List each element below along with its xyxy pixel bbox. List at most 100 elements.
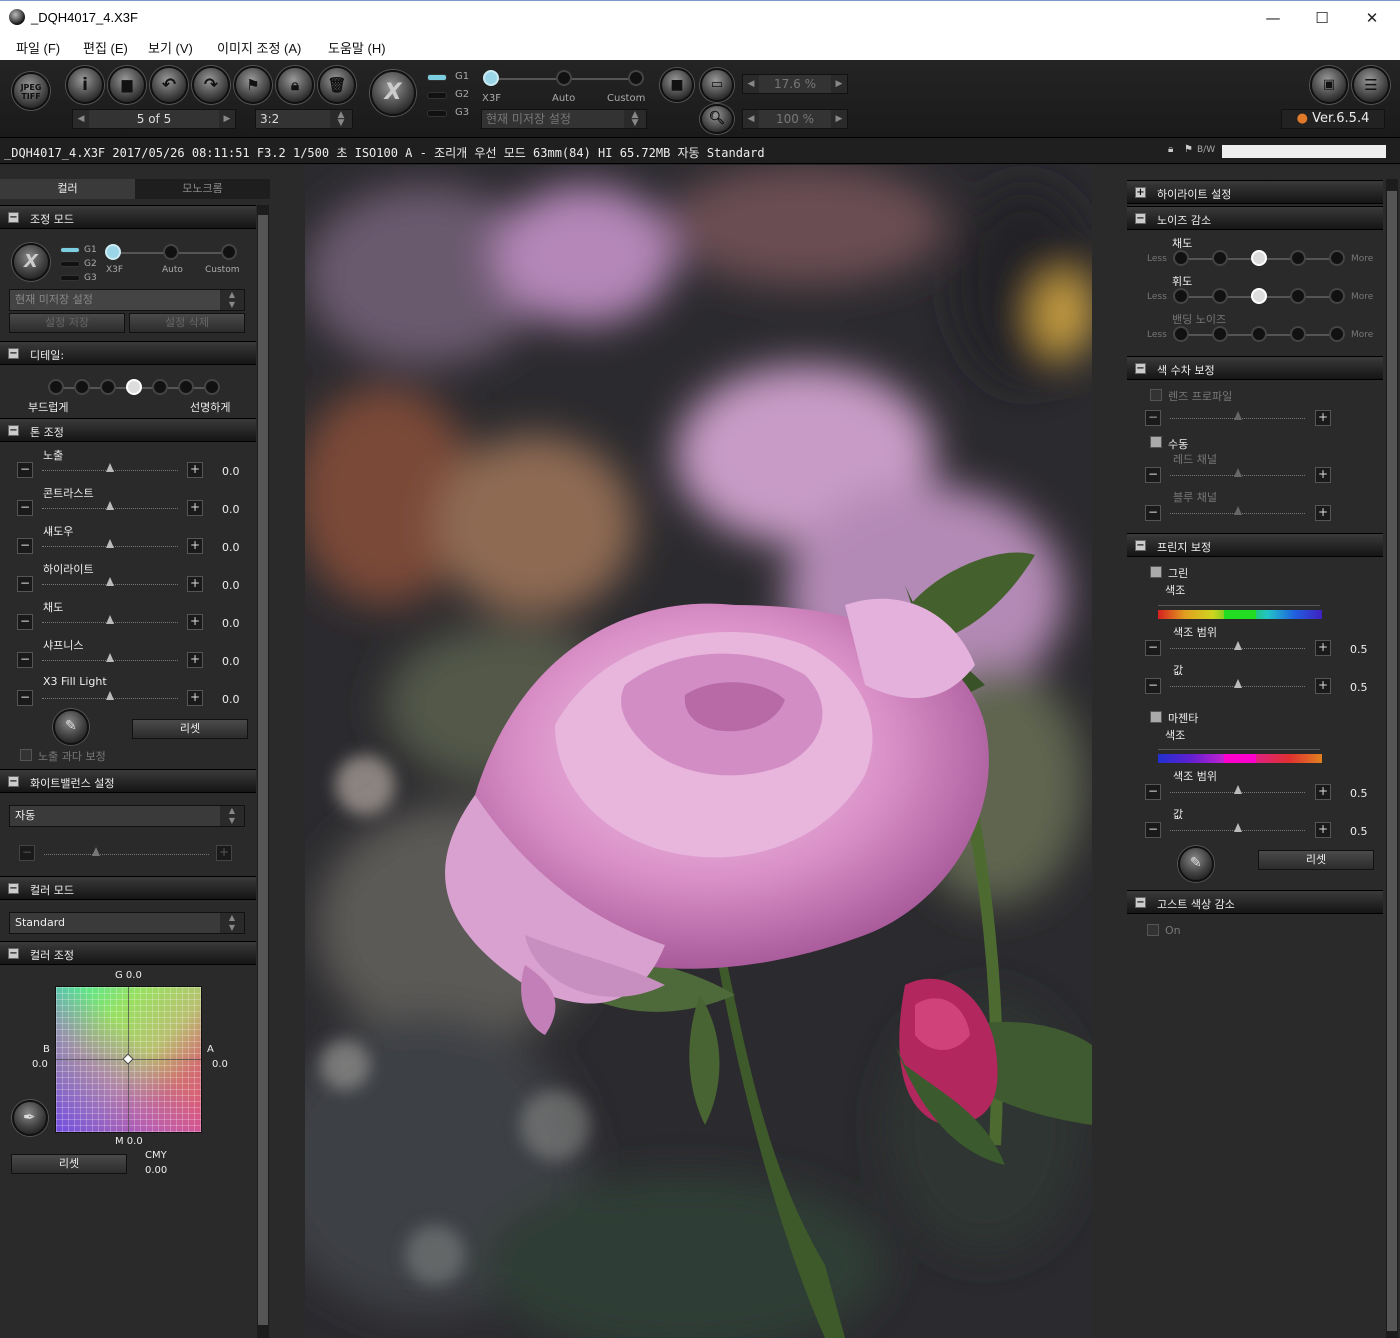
- tone-plus-button[interactable]: +: [187, 652, 203, 668]
- menu-help[interactable]: 도움말 (H): [328, 38, 386, 57]
- flag-icon[interactable]: ⚑: [234, 66, 272, 104]
- noise-level-node[interactable]: [1329, 250, 1345, 266]
- g1-indicator[interactable]: [60, 247, 80, 253]
- tab-color[interactable]: 컬러: [0, 179, 135, 199]
- noise-level-node[interactable]: [1290, 250, 1306, 266]
- green-hue-band[interactable]: [1158, 610, 1322, 619]
- tone-minus-button[interactable]: −: [17, 538, 33, 554]
- tab-monochrome[interactable]: 모노크롬: [135, 179, 270, 199]
- manual-checkbox[interactable]: [1150, 436, 1162, 448]
- info-icon[interactable]: i: [66, 66, 104, 104]
- zoom-fit-display[interactable]: ◀ 17.6 % ▶: [742, 74, 848, 94]
- noise-level-node[interactable]: [1251, 250, 1267, 266]
- red-minus-button[interactable]: −: [1145, 467, 1161, 483]
- trash-icon[interactable]: 🗑︎: [318, 66, 356, 104]
- noise-level-node[interactable]: [1212, 326, 1228, 342]
- zoom-in-icon[interactable]: ▶: [831, 110, 847, 128]
- x3f-mode-icon[interactable]: X: [12, 243, 50, 281]
- red-plus-button[interactable]: +: [1315, 467, 1331, 483]
- tone-slider[interactable]: [42, 653, 178, 662]
- slider-thumb[interactable]: [106, 615, 114, 624]
- section-chromatic-aberration[interactable]: − 색 수차 보정: [1127, 356, 1383, 380]
- lock-icon[interactable]: 🔒︎: [276, 66, 314, 104]
- slider-thumb[interactable]: [106, 501, 114, 510]
- noise-level-node[interactable]: [1329, 326, 1345, 342]
- noise-level-node[interactable]: [1173, 288, 1189, 304]
- rotate-left-icon[interactable]: ↶: [150, 66, 188, 104]
- magenta-checkbox[interactable]: [1150, 711, 1162, 723]
- detail-level-node[interactable]: [152, 379, 168, 395]
- wb-plus-button[interactable]: +: [216, 845, 232, 861]
- slider-thumb[interactable]: [106, 463, 114, 472]
- noise-level-node[interactable]: [1173, 250, 1189, 266]
- g3-indicator[interactable]: [60, 275, 80, 281]
- eyedropper-button[interactable]: ✒: [12, 1100, 48, 1136]
- maximize-icon[interactable]: ☐: [1311, 7, 1333, 29]
- noise-level-node[interactable]: [1290, 288, 1306, 304]
- mode-node-auto[interactable]: [163, 244, 179, 260]
- auto-adjust-icon[interactable]: ✎: [53, 709, 89, 745]
- tone-plus-button[interactable]: +: [187, 576, 203, 592]
- preset-select[interactable]: 현재 미저장 설정 ▲ ▼: [481, 109, 647, 129]
- blue-channel-slider[interactable]: [1170, 506, 1305, 515]
- collapse-icon[interactable]: −: [8, 212, 19, 223]
- tone-slider[interactable]: [42, 501, 178, 510]
- collapse-icon[interactable]: −: [1135, 897, 1146, 908]
- next-image-icon[interactable]: ▶: [219, 110, 235, 128]
- save-settings-button[interactable]: 설정 저장: [9, 313, 125, 333]
- ca-plus-button[interactable]: +: [1315, 410, 1331, 426]
- delete-settings-button[interactable]: 설정 삭제: [129, 313, 245, 333]
- left-scrollbar[interactable]: [257, 205, 269, 1338]
- magenta-amount-plus[interactable]: +: [1315, 822, 1331, 838]
- lens-profile-checkbox[interactable]: [1150, 389, 1162, 401]
- collapse-icon[interactable]: −: [1135, 540, 1146, 551]
- tone-slider[interactable]: [42, 577, 178, 586]
- collapse-icon[interactable]: −: [8, 348, 19, 359]
- mode-node-x3f[interactable]: [105, 244, 121, 260]
- magenta-range-plus[interactable]: +: [1315, 784, 1331, 800]
- left-scrollbar-thumb[interactable]: [258, 215, 268, 1325]
- noise-level-node[interactable]: [1212, 288, 1228, 304]
- wb-minus-button[interactable]: −: [19, 845, 35, 861]
- green-checkbox[interactable]: [1150, 566, 1162, 578]
- tone-plus-button[interactable]: +: [187, 690, 203, 706]
- zoom-out-icon[interactable]: ◀: [743, 75, 759, 93]
- color-mode-select[interactable]: Standard ▲ ▼: [9, 912, 245, 934]
- section-noise[interactable]: − 노이즈 감소: [1127, 206, 1383, 230]
- green-range-minus[interactable]: −: [1145, 640, 1161, 656]
- detail-level-node[interactable]: [48, 379, 64, 395]
- fringe-auto-button[interactable]: ✎: [1178, 846, 1214, 882]
- detail-level-node[interactable]: [178, 379, 194, 395]
- tone-plus-button[interactable]: +: [187, 614, 203, 630]
- tone-slider[interactable]: [42, 539, 178, 548]
- menu-image-adjust[interactable]: 이미지 조정 (A): [217, 38, 301, 57]
- slider-thumb[interactable]: [106, 539, 114, 548]
- tone-plus-button[interactable]: +: [187, 500, 203, 516]
- detail-slider[interactable]: [48, 379, 223, 397]
- right-scrollbar-thumb[interactable]: [1387, 191, 1397, 1331]
- rotate-right-icon[interactable]: ↷: [192, 66, 230, 104]
- noise-level-node[interactable]: [1173, 326, 1189, 342]
- section-color-adjust[interactable]: − 컬러 조정: [0, 941, 256, 965]
- green-amount-minus[interactable]: −: [1145, 678, 1161, 694]
- g3-indicator[interactable]: [427, 110, 447, 117]
- slider-thumb[interactable]: [106, 653, 114, 662]
- ghost-on-checkbox[interactable]: [1147, 924, 1159, 936]
- x3f-mode-icon[interactable]: X: [370, 70, 416, 116]
- red-channel-slider[interactable]: [1170, 468, 1305, 477]
- green-hue-selection[interactable]: [1224, 610, 1256, 619]
- mode-node-x3f[interactable]: [483, 70, 499, 86]
- detail-level-node[interactable]: [74, 379, 90, 395]
- fringe-reset-button[interactable]: 리셋: [1258, 850, 1374, 870]
- menu-view[interactable]: 보기 (V): [148, 38, 193, 57]
- mode-node-custom[interactable]: [221, 244, 237, 260]
- section-adjust-mode[interactable]: − 조정 모드: [0, 205, 256, 229]
- menu-edit[interactable]: 편집 (E): [83, 38, 128, 57]
- menu-file[interactable]: 파일 (F): [16, 38, 60, 57]
- fit-screen-icon[interactable]: ▭: [700, 68, 734, 102]
- detail-level-node[interactable]: [100, 379, 116, 395]
- collapse-icon[interactable]: −: [8, 883, 19, 894]
- tone-plus-button[interactable]: +: [187, 462, 203, 478]
- section-detail[interactable]: − 디테일:: [0, 341, 256, 365]
- collapse-icon[interactable]: −: [8, 776, 19, 787]
